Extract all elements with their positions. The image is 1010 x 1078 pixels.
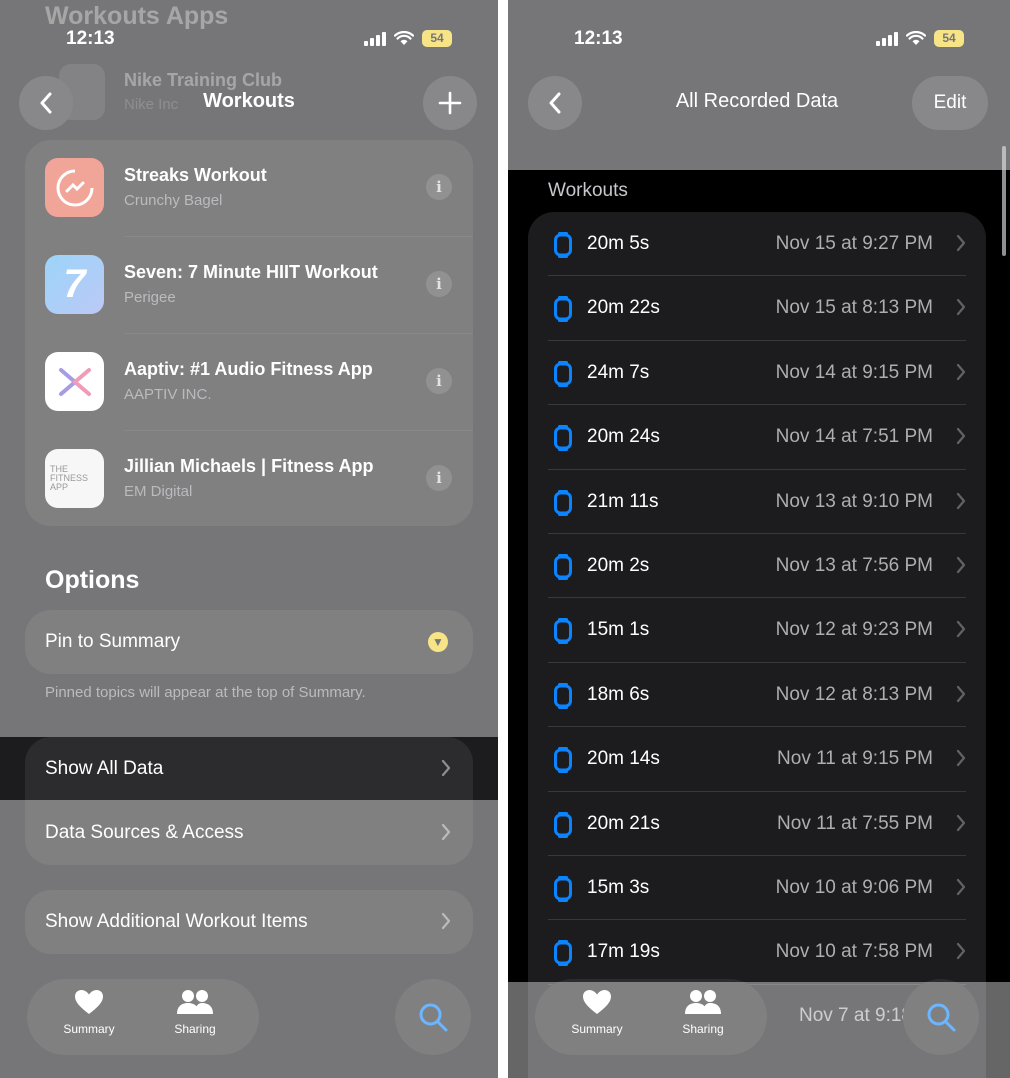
apple-watch-icon — [554, 554, 572, 580]
dim-overlay — [0, 0, 498, 737]
chevron-right-icon — [441, 759, 451, 777]
workout-date: Nov 12 at 8:13 PM — [775, 683, 933, 705]
workouts-group-title: Workouts — [548, 180, 628, 201]
apple-watch-icon — [554, 876, 572, 902]
workout-row[interactable]: 20m 22s Nov 15 at 8:13 PM — [528, 276, 986, 341]
chevron-right-icon — [956, 492, 966, 509]
show-all-data-label: Show All Data — [45, 758, 164, 779]
chevron-right-icon — [956, 750, 966, 767]
workout-duration: 20m 14s — [587, 748, 660, 770]
chevron-right-icon — [956, 556, 966, 574]
workout-date: Nov 14 at 9:15 PM — [775, 361, 933, 383]
workout-duration: 21m 11s — [587, 490, 659, 512]
workout-duration: 18m 6s — [587, 683, 650, 705]
chevron-right-icon — [956, 943, 966, 960]
workouts-list: 20m 5s Nov 15 at 9:27 PM 20m 22s Nov 15 at … — [528, 212, 986, 1078]
apple-watch-icon — [554, 489, 572, 516]
apple-watch-icon — [554, 747, 572, 774]
chevron-right-icon — [956, 621, 966, 638]
apple-watch-icon — [554, 811, 572, 838]
workout-duration: 20m 21s — [587, 812, 660, 834]
workout-duration: 15m 3s — [587, 877, 650, 898]
workout-row[interactable]: 20m 2s Nov 13 at 7:56 PM — [528, 534, 986, 599]
show-all-data-inner: Show All Data — [25, 737, 473, 800]
workout-row[interactable]: 18m 6s Nov 12 at 8:13 PM — [528, 663, 986, 728]
workout-duration: 20m 24s — [587, 426, 660, 448]
workout-date: Nov 12 at 9:23 PM — [775, 619, 933, 641]
chevron-right-icon — [956, 363, 966, 380]
workout-date: Nov 10 at 9:06 PM — [775, 877, 933, 898]
apple-watch-icon — [554, 232, 572, 258]
chevron-right-icon — [956, 878, 966, 896]
workout-row[interactable]: 20m 5s Nov 15 at 9:27 PM — [528, 212, 986, 277]
workout-duration: 20m 22s — [587, 297, 660, 319]
apple-watch-icon — [554, 618, 572, 645]
workout-row[interactable]: 20m 14s Nov 11 at 9:15 PM — [528, 727, 986, 792]
workout-row[interactable]: 20m 21s Nov 11 at 7:55 PM — [528, 792, 986, 856]
workout-row[interactable]: 24m 7s Nov 14 at 9:15 PM — [528, 341, 986, 406]
apple-watch-icon — [554, 425, 572, 452]
workout-date: Nov 14 at 7:51 PM — [775, 426, 933, 448]
dim-overlay — [508, 0, 1010, 170]
workout-date: Nov 15 at 9:27 PM — [775, 233, 933, 254]
chevron-right-icon — [956, 685, 966, 702]
chevron-right-icon — [956, 428, 966, 445]
chevron-right-icon — [956, 814, 966, 831]
chevron-right-icon — [956, 234, 966, 252]
workout-duration: 24m 7s — [587, 361, 650, 383]
workout-duration: 20m 5s — [587, 233, 650, 254]
all-recorded-data-screen: 12:13 54 All Recorded Data Edit Workouts… — [508, 0, 1010, 1078]
workout-duration: 20m 2s — [587, 555, 650, 576]
workout-row[interactable]: 15m 1s Nov 12 at 9:23 PM — [528, 598, 986, 663]
workout-duration: 15m 1s — [587, 619, 650, 641]
dim-overlay — [508, 982, 1010, 1078]
apple-watch-icon — [554, 360, 572, 387]
workout-row[interactable]: 17m 19s Nov 10 at 7:58 PM — [528, 920, 986, 985]
workout-duration: 17m 19s — [587, 941, 660, 963]
workout-date: Nov 11 at 7:55 PM — [777, 812, 933, 834]
apple-watch-icon — [554, 940, 572, 967]
workout-row[interactable]: 20m 24s Nov 14 at 7:51 PM — [528, 405, 986, 470]
workouts-screen: Workouts Apps 12:13 54 Nike Training Clu… — [0, 0, 498, 1078]
panel-gap — [498, 0, 508, 1078]
workout-row[interactable]: 21m 11s Nov 13 at 9:10 PM — [528, 470, 986, 534]
apple-watch-icon — [554, 682, 572, 709]
workout-date: Nov 11 at 9:15 PM — [777, 748, 933, 770]
chevron-right-icon — [956, 299, 966, 316]
workout-date: Nov 13 at 7:56 PM — [775, 555, 933, 576]
dim-overlay — [0, 800, 498, 1078]
workout-date: Nov 15 at 8:13 PM — [775, 297, 933, 319]
workout-date: Nov 10 at 7:58 PM — [775, 941, 933, 963]
apple-watch-icon — [554, 296, 572, 323]
workout-row[interactable]: 15m 3s Nov 10 at 9:06 PM — [528, 856, 986, 921]
show-all-data-row[interactable]: Show All Data — [0, 737, 498, 800]
workout-date: Nov 13 at 9:10 PM — [775, 490, 933, 512]
